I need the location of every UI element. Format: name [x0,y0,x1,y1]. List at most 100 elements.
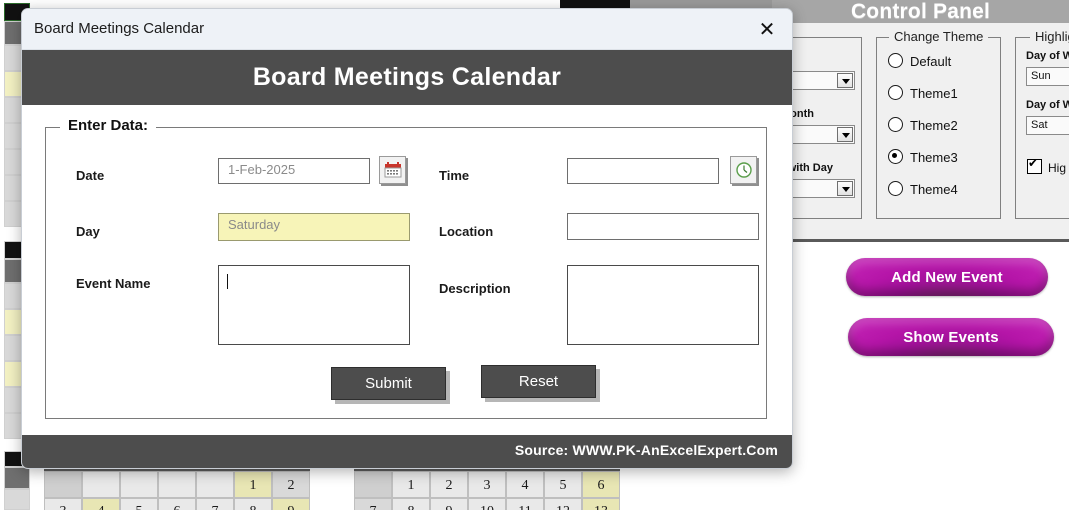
event-name-label: Event Name [76,276,151,291]
change-theme-group: Change Theme Default Theme1 Theme2 Theme… [876,29,1001,219]
source-credit: Source: WWW.PK-AnExcelExpert.Com [514,442,778,458]
add-new-event-button[interactable]: Add New Event [846,258,1048,296]
radio-theme-default[interactable]: Default [888,53,951,69]
dialog-titlebar: Board Meetings Calendar ✕ [22,9,792,50]
calendar-cell[interactable]: 4 [82,498,120,510]
highlight-day1-label: Day of W [1026,50,1069,62]
dialog-footer: Source: WWW.PK-AnExcelExpert.Com [22,435,792,468]
calendar-cell[interactable] [196,471,234,498]
radio-theme4[interactable]: Theme4 [888,181,958,197]
calendar-cell[interactable]: 3 [468,471,506,498]
calendar-cell[interactable] [158,471,196,498]
submit-button[interactable]: Submit [331,367,446,400]
calendar-cell[interactable]: 12 [544,498,582,510]
text-caret [227,274,228,289]
radio-icon-selected[interactable] [888,149,903,164]
date-label: Date [76,168,105,183]
highlight-group: Highlig Day of W Sun Day of W Sat Hig [1015,29,1069,219]
location-label: Location [439,224,494,239]
date-value: 1-Feb-2025 [228,162,296,177]
radio-icon[interactable] [888,53,903,68]
description-label: Description [439,281,511,296]
chevron-down-icon[interactable] [837,181,853,196]
submit-label: Submit [365,375,412,392]
dialog-body: Enter Data: Date 1-Feb-2025 Time Day Sat… [22,105,792,435]
radio-label: Theme3 [910,150,958,165]
clock-icon [735,162,752,178]
calendar-cell[interactable]: 7 [196,498,234,510]
calendar-cell[interactable]: 1 [234,471,272,498]
calendar-cell[interactable]: 11 [506,498,544,510]
day-label: Day [76,224,100,239]
location-input[interactable] [567,213,759,240]
radio-label: Default [910,54,952,69]
highlight-day2-label: Day of W [1026,99,1069,111]
highlight-day1-value: Sun [1031,70,1051,82]
calendar-icon [384,161,401,177]
calendar-cell[interactable] [354,471,392,498]
enter-data-legend: Enter Data: [60,117,157,134]
calendar-cell[interactable]: 8 [392,498,430,510]
calendar-cell[interactable]: 6 [582,471,620,498]
calendar-cell[interactable]: 6 [158,498,196,510]
calendar-cell[interactable]: 9 [272,498,310,510]
radio-theme1[interactable]: Theme1 [888,85,958,101]
highlight-day2-value: Sat [1031,119,1048,131]
checkbox-icon[interactable] [1027,157,1042,174]
chevron-down-icon[interactable] [837,127,853,142]
radio-theme3[interactable]: Theme3 [888,149,958,165]
reset-label: Reset [518,373,559,390]
day-value: Saturday [228,217,281,232]
calendar-cell[interactable]: 7 [354,498,392,510]
change-theme-legend: Change Theme [889,29,989,44]
checkbox-label: Hig [1048,161,1067,175]
calendar-cell[interactable]: 8 [234,498,272,510]
show-events-label: Show Events [903,328,999,346]
radio-label: Theme1 [910,86,958,101]
calendar-cell[interactable] [120,471,158,498]
time-label: Time [439,168,470,183]
worksheet-dark-strip [560,0,630,8]
highlight-legend: Highlig [1030,29,1069,44]
calendar-cell[interactable] [44,471,82,498]
calendar-cell[interactable]: 4 [506,471,544,498]
control-panel-header: Control Panel [772,0,1069,23]
dialog-title: Board Meetings Calendar [34,20,205,37]
reset-button[interactable]: Reset [481,365,596,398]
calendar-cell[interactable]: 10 [468,498,506,510]
calendar-cell[interactable]: 9 [430,498,468,510]
highlight-checkbox-row[interactable]: Hig [1027,157,1067,175]
dialog-banner: Board Meetings Calendar [22,50,792,105]
clock-icon-button[interactable] [730,156,757,184]
calendar-icon-button[interactable] [379,156,406,184]
date-input[interactable]: 1-Feb-2025 [218,158,370,184]
calendar-cell[interactable]: 3 [44,498,82,510]
calendar-cell[interactable]: 5 [544,471,582,498]
radio-theme2[interactable]: Theme2 [888,117,958,133]
calendar-cell[interactable]: 13 [582,498,620,510]
dialog-banner-text: Board Meetings Calendar [252,63,562,91]
time-input[interactable] [567,158,719,184]
calendar-grid-month-a: 1 2 3 4 5 6 7 8 9 [44,466,310,510]
close-icon[interactable]: ✕ [754,18,780,42]
calendar-cell[interactable] [82,471,120,498]
show-events-button[interactable]: Show Events [848,318,1054,356]
calendar-cell[interactable]: 2 [272,471,310,498]
highlight-day2-dropdown[interactable]: Sat [1026,116,1069,135]
day-input: Saturday [218,213,410,241]
calendar-cell[interactable]: 2 [430,471,468,498]
radio-icon[interactable] [888,117,903,132]
calendar-cell[interactable]: 1 [392,471,430,498]
radio-label: Theme4 [910,182,958,197]
screen-root: Control Panel r Month t with Day [0,0,1069,510]
event-name-textarea[interactable] [218,265,410,345]
radio-icon[interactable] [888,85,903,100]
board-meetings-dialog: Board Meetings Calendar ✕ Board Meetings… [21,8,793,469]
radio-label: Theme2 [910,118,958,133]
highlight-day1-dropdown[interactable]: Sun [1026,67,1069,86]
calendar-cell[interactable]: 5 [120,498,158,510]
control-panel-body: r Month t with Day Change Theme [710,23,1069,242]
radio-icon[interactable] [888,181,903,196]
chevron-down-icon[interactable] [837,73,853,88]
description-textarea[interactable] [567,265,759,345]
